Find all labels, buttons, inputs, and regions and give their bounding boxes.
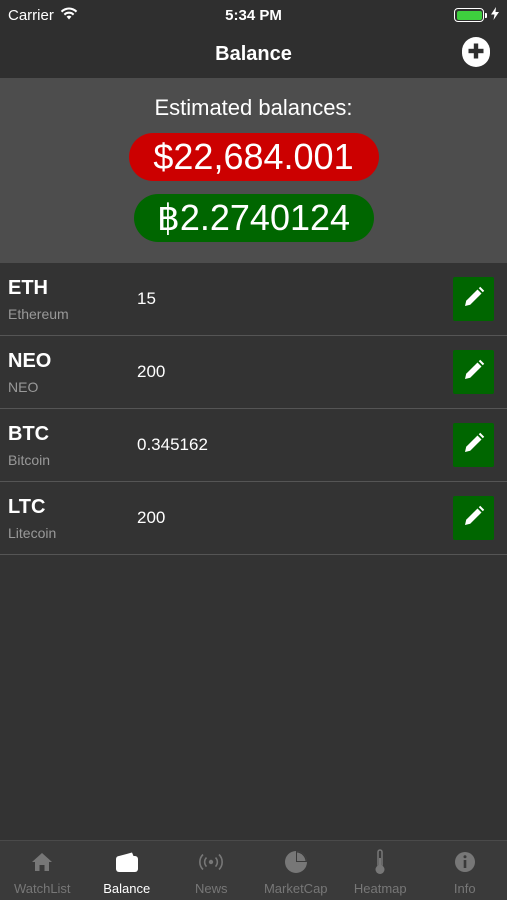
edit-ltc-button[interactable] xyxy=(453,496,494,540)
coin-symbol: ETH xyxy=(8,277,48,299)
pencil-icon xyxy=(463,286,485,313)
balance-summary-panel: Estimated balances: $22,684.001 ฿2.27401… xyxy=(0,78,507,263)
add-coin-button[interactable] xyxy=(462,36,490,70)
holding-row-neo[interactable]: NEO NEO 200 xyxy=(0,336,507,409)
tab-label: Balance xyxy=(103,881,151,896)
wallet-icon xyxy=(114,849,140,875)
pencil-icon xyxy=(463,359,485,386)
pencil-icon xyxy=(463,505,485,532)
holdings-list: ETH Ethereum 15 NEO NEO 200 BTC Bitcoin … xyxy=(0,263,507,555)
coin-amount: 200 xyxy=(137,508,166,527)
broadcast-icon xyxy=(198,849,224,875)
coin-name: Bitcoin xyxy=(8,452,51,468)
holding-row-btc[interactable]: BTC Bitcoin 0.345162 xyxy=(0,409,507,482)
tab-heatmap[interactable]: Heatmap xyxy=(338,841,423,900)
coin-symbol: LTC xyxy=(8,496,46,518)
pencil-icon xyxy=(463,432,485,459)
tab-balance[interactable]: Balance xyxy=(85,841,170,900)
tab-label: MarketCap xyxy=(263,881,328,896)
battery-indicator xyxy=(454,6,499,24)
coin-amount: 0.345162 xyxy=(137,435,208,454)
coin-symbol: NEO xyxy=(8,350,52,372)
edit-btc-button[interactable] xyxy=(453,423,494,467)
usd-balance-badge: $22,684.001 xyxy=(128,133,379,181)
navigation-bar: Balance xyxy=(0,30,507,78)
home-icon xyxy=(29,849,55,875)
tab-info[interactable]: Info xyxy=(423,841,507,900)
btc-balance-badge: ฿2.2740124 xyxy=(133,194,374,242)
edit-neo-button[interactable] xyxy=(453,350,494,394)
estimated-balances-label: Estimated balances: xyxy=(154,95,353,120)
coin-name: Litecoin xyxy=(8,525,57,541)
tab-watchlist[interactable]: WatchList xyxy=(0,841,85,900)
battery-icon xyxy=(454,8,484,22)
info-icon xyxy=(452,849,478,875)
status-left: Carrier xyxy=(8,7,78,24)
tab-marketcap[interactable]: MarketCap xyxy=(254,841,339,900)
plus-circle-icon xyxy=(462,36,490,70)
holding-row-eth[interactable]: ETH Ethereum 15 xyxy=(0,263,507,336)
coin-symbol: BTC xyxy=(8,423,50,445)
tab-label: WatchList xyxy=(13,881,71,896)
coin-name: NEO xyxy=(8,379,39,395)
wifi-icon xyxy=(60,6,78,24)
tab-news[interactable]: News xyxy=(169,841,254,900)
status-bar: Carrier 5:34 PM xyxy=(0,0,507,30)
coin-amount: 15 xyxy=(137,289,156,308)
pie-chart-icon xyxy=(283,849,309,875)
coin-name: Ethereum xyxy=(8,306,69,322)
page-title: Balance xyxy=(215,42,292,65)
battery-fill xyxy=(456,10,482,20)
thermometer-icon xyxy=(367,849,393,875)
tab-label: News xyxy=(194,881,228,896)
tab-label: Heatmap xyxy=(353,881,407,896)
holding-row-ltc[interactable]: LTC Litecoin 200 xyxy=(0,482,507,555)
coin-amount: 200 xyxy=(137,362,166,381)
tab-label: Info xyxy=(453,881,476,896)
tab-bar: WatchList Balance News MarketCap Heatmap… xyxy=(0,840,507,900)
carrier-label: Carrier xyxy=(8,6,54,24)
charging-bolt-icon xyxy=(491,6,499,24)
edit-eth-button[interactable] xyxy=(453,277,494,321)
